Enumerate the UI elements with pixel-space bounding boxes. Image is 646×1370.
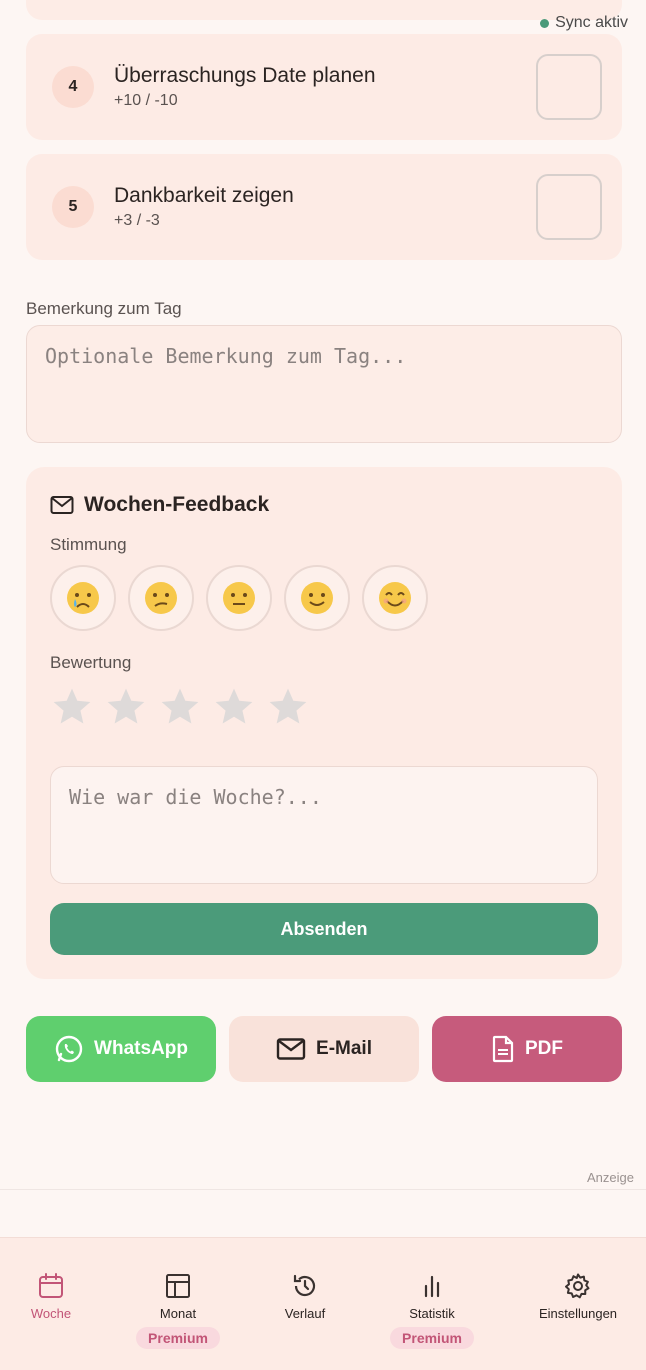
email-label: E-Mail — [316, 1038, 372, 1059]
slightly-smiling-face-icon — [301, 582, 333, 614]
nav-statistik[interactable]: Statistik Premium — [372, 1272, 492, 1349]
smiling-face-icon — [379, 582, 411, 614]
mood-confused-button[interactable] — [128, 565, 194, 631]
feedback-comment-input[interactable]: Wie war die Woche?... — [50, 766, 598, 884]
star-rating — [50, 685, 310, 729]
mood-crying-button[interactable] — [50, 565, 116, 631]
task-checkbox[interactable] — [536, 174, 602, 240]
whatsapp-icon — [55, 1035, 83, 1063]
star-icon[interactable] — [104, 685, 148, 729]
remark-placeholder: Optionale Bemerkung zum Tag... — [45, 344, 407, 368]
previous-card-edge — [26, 0, 622, 20]
task-row: 4 Überraschungs Date planen +10 / -10 — [26, 34, 622, 140]
mood-slightly-smiling-button[interactable] — [284, 565, 350, 631]
feedback-title: Wochen-Feedback — [50, 493, 269, 517]
nav-woche-label: Woche — [30, 1306, 72, 1321]
task-points: +3 / -3 — [114, 212, 160, 229]
nav-monat[interactable]: Monat Premium — [118, 1272, 238, 1349]
nav-einstellungen-label: Einstellungen — [538, 1306, 618, 1321]
star-icon[interactable] — [212, 685, 256, 729]
star-icon[interactable] — [158, 685, 202, 729]
crying-face-icon — [67, 582, 99, 614]
nav-verlauf-label: Verlauf — [284, 1306, 326, 1321]
mail-icon — [50, 496, 74, 514]
star-icon[interactable] — [50, 685, 94, 729]
share-email-button[interactable]: E-Mail — [229, 1016, 419, 1082]
feedback-comment-placeholder: Wie war die Woche?... — [69, 785, 322, 809]
feedback-title-text: Wochen-Feedback — [84, 493, 270, 516]
ad-divider — [0, 1189, 646, 1190]
layout-icon — [166, 1274, 190, 1298]
share-whatsapp-button[interactable]: WhatsApp — [26, 1016, 216, 1082]
premium-badge: Premium — [136, 1327, 220, 1349]
calendar-icon — [39, 1273, 63, 1298]
mood-neutral-button[interactable] — [206, 565, 272, 631]
bar-chart-icon — [424, 1275, 440, 1298]
nav-woche[interactable]: Woche — [0, 1272, 111, 1321]
task-row: 5 Dankbarkeit zeigen +3 / -3 — [26, 154, 622, 260]
history-icon — [293, 1274, 316, 1297]
mail-icon — [276, 1038, 306, 1060]
star-icon[interactable] — [266, 685, 310, 729]
rating-label: Bewertung — [50, 653, 132, 672]
sync-status: Sync aktiv — [540, 14, 628, 32]
nav-statistik-label: Statistik — [409, 1306, 455, 1321]
task-number: 5 — [52, 186, 94, 228]
pdf-label: PDF — [525, 1038, 563, 1059]
ad-label: Anzeige — [587, 1170, 634, 1185]
task-checkbox[interactable] — [536, 54, 602, 120]
remark-label: Bemerkung zum Tag — [26, 299, 182, 318]
mood-selector — [50, 565, 428, 631]
remark-input[interactable]: Optionale Bemerkung zum Tag... — [26, 325, 622, 443]
mood-smiling-button[interactable] — [362, 565, 428, 631]
task-points: +10 / -10 — [114, 92, 178, 109]
task-title: Überraschungs Date planen — [114, 64, 376, 87]
mood-label: Stimmung — [50, 535, 127, 554]
task-title: Dankbarkeit zeigen — [114, 184, 294, 207]
confused-face-icon — [145, 582, 177, 614]
gear-icon — [565, 1273, 590, 1299]
nav-verlauf[interactable]: Verlauf — [245, 1272, 365, 1321]
sync-label: Sync aktiv — [555, 14, 628, 31]
premium-badge: Premium — [390, 1327, 474, 1349]
document-icon — [492, 1035, 514, 1063]
weekly-feedback-card: Wochen-Feedback Stimmung Bewertung Wie w… — [26, 467, 622, 979]
neutral-face-icon — [223, 582, 255, 614]
whatsapp-label: WhatsApp — [94, 1038, 188, 1059]
share-pdf-button[interactable]: PDF — [432, 1016, 622, 1082]
bottom-navigation: Woche Monat Premium Verlauf Statistik Pr… — [0, 1237, 646, 1370]
task-number: 4 — [52, 66, 94, 108]
sync-dot-icon — [540, 18, 550, 28]
nav-einstellungen[interactable]: Einstellungen — [518, 1272, 638, 1321]
submit-feedback-button[interactable]: Absenden — [50, 903, 598, 955]
nav-monat-label: Monat — [159, 1306, 197, 1321]
